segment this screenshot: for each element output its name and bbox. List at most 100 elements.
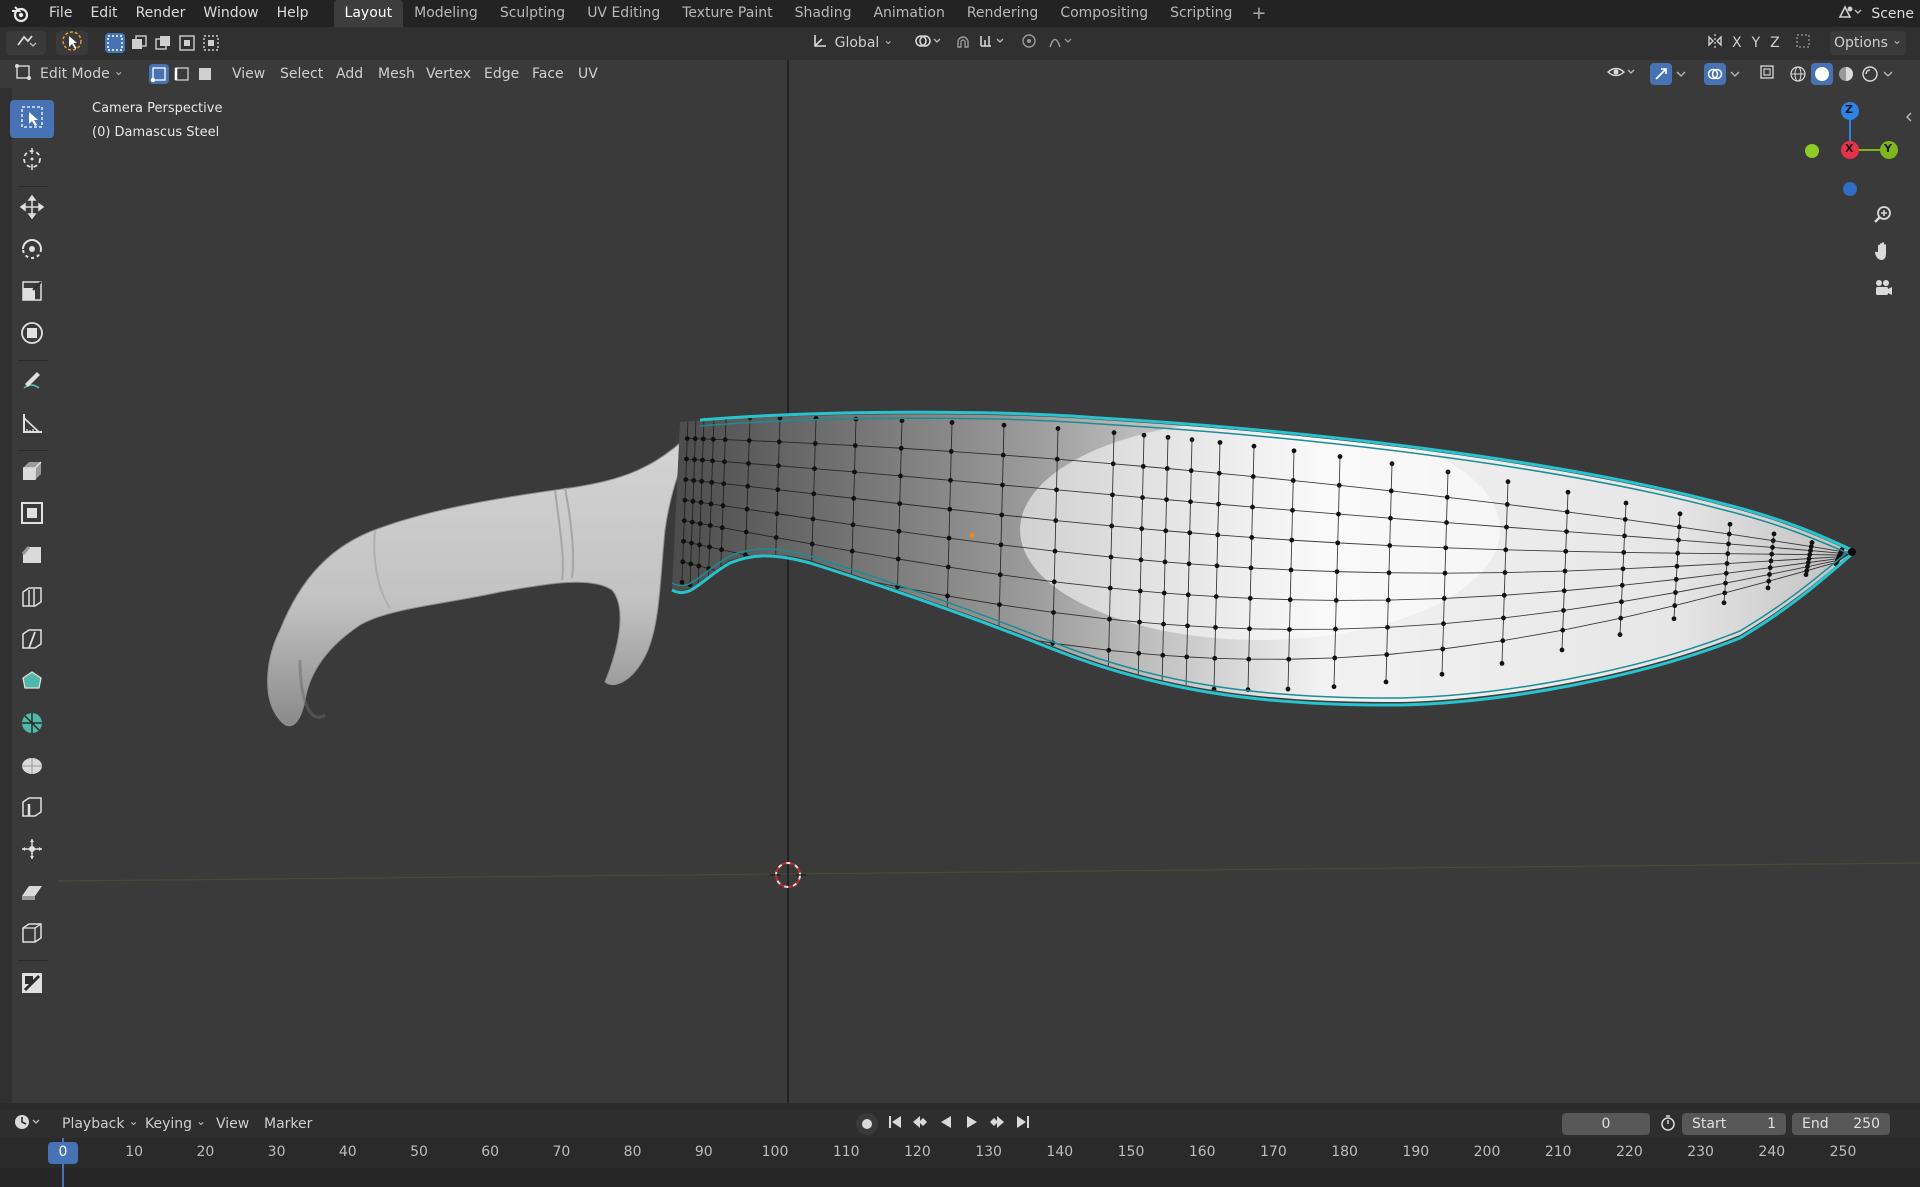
loop-cut-tool[interactable] (10, 580, 54, 618)
snap-controls[interactable] (950, 31, 1010, 55)
wireframe-shading-icon[interactable] (1787, 63, 1809, 85)
use-preview-range-toggle[interactable] (1656, 1113, 1680, 1137)
menu-render[interactable]: Render (127, 0, 195, 27)
chevron-down-icon[interactable] (1883, 66, 1893, 82)
annotate-tool[interactable] (10, 364, 54, 402)
navigation-gizmo[interactable]: Z X Y (1790, 95, 1900, 205)
add-cube-tool[interactable] (10, 966, 54, 1004)
scene-selector[interactable]: Scene (1837, 0, 1920, 27)
add-workspace-button[interactable]: + (1243, 0, 1274, 27)
menu-mesh[interactable]: Mesh (372, 62, 421, 86)
vertex-select-icon[interactable] (149, 64, 169, 84)
solid-shading-icon[interactable] (1811, 63, 1833, 85)
menu-file[interactable]: File (40, 0, 81, 27)
tab-uv-editing[interactable]: UV Editing (576, 0, 671, 27)
edge-select-icon[interactable] (172, 64, 192, 84)
overlays-toggle[interactable] (1700, 62, 1744, 86)
menu-edge[interactable]: Edge (478, 62, 525, 86)
inset-tool[interactable] (10, 496, 54, 534)
tab-shading[interactable]: Shading (784, 0, 863, 27)
xray-toggle[interactable] (1754, 62, 1780, 86)
edge-slide-tool[interactable] (10, 790, 54, 828)
select-extend-icon[interactable] (129, 33, 149, 53)
menu-select[interactable]: Select (274, 62, 329, 86)
tab-rendering[interactable]: Rendering (956, 0, 1050, 27)
3d-viewport[interactable]: Camera Perspective (0) Damascus Steel (0, 60, 1920, 1103)
menu-edit[interactable]: Edit (81, 0, 126, 27)
end-frame-field[interactable]: End 250 (1792, 1113, 1890, 1135)
mirror-y-toggle[interactable]: Y (1752, 35, 1761, 51)
menu-uv[interactable]: UV (572, 62, 604, 86)
start-frame-field[interactable]: Start 1 (1682, 1113, 1786, 1135)
pan-button[interactable] (1866, 236, 1900, 270)
smooth-tool[interactable] (10, 748, 54, 786)
menu-add[interactable]: Add (330, 62, 369, 86)
select-invert-icon[interactable] (177, 33, 197, 53)
tab-modeling[interactable]: Modeling (403, 0, 489, 27)
menu-window[interactable]: Window (194, 0, 267, 27)
prev-keyframe-icon[interactable] (911, 1113, 929, 1135)
timeline-view-menu[interactable]: View (210, 1112, 255, 1136)
current-frame-field[interactable]: 0 (1562, 1113, 1650, 1135)
mirror-x-toggle[interactable]: X (1732, 35, 1742, 51)
blender-logo-icon[interactable] (0, 0, 40, 27)
tab-sculpting[interactable]: Sculpting (489, 0, 576, 27)
rendered-shading-icon[interactable] (1859, 63, 1881, 85)
menu-face[interactable]: Face (526, 62, 570, 86)
play-icon[interactable] (963, 1113, 981, 1135)
jump-start-icon[interactable] (886, 1113, 904, 1135)
next-keyframe-icon[interactable] (988, 1113, 1006, 1135)
timeline-editor-type[interactable] (10, 1112, 46, 1136)
tab-layout[interactable]: Layout (333, 0, 404, 27)
select-intersect-icon[interactable] (201, 33, 221, 53)
extrude-tool[interactable] (10, 454, 54, 492)
rotate-tool[interactable] (10, 232, 54, 270)
record-button[interactable] (856, 1113, 878, 1135)
options-dropdown[interactable]: Options (1830, 31, 1906, 55)
marker-menu[interactable]: Marker (258, 1112, 318, 1136)
gizmo-toggle[interactable] (1646, 62, 1690, 86)
menu-help[interactable]: Help (268, 0, 318, 27)
move-tool[interactable] (10, 190, 54, 228)
select-subtract-icon[interactable] (153, 33, 173, 53)
face-select-icon[interactable] (195, 64, 215, 84)
spin-tool[interactable] (10, 706, 54, 744)
cursor-tool[interactable] (10, 142, 54, 180)
menu-vertex[interactable]: Vertex (420, 62, 477, 86)
knife-tool[interactable] (10, 622, 54, 660)
scale-tool[interactable] (10, 274, 54, 312)
visibility-dropdown[interactable] (1604, 62, 1640, 86)
transform-tool[interactable] (10, 316, 54, 354)
zoom-button[interactable] (1866, 199, 1900, 233)
menu-view[interactable]: View (226, 62, 271, 86)
keying-menu[interactable]: Keying (139, 1112, 212, 1136)
camera-view-button[interactable] (1866, 273, 1900, 307)
measure-tool[interactable] (10, 406, 54, 444)
shrink-fatten-tool[interactable] (10, 832, 54, 870)
play-reverse-icon[interactable] (937, 1113, 955, 1135)
tab-animation[interactable]: Animation (862, 0, 955, 27)
mesh-vertex (1559, 647, 1565, 653)
editor-type-dropdown[interactable] (6, 31, 46, 55)
shear-tool[interactable] (10, 874, 54, 912)
select-new-icon[interactable] (105, 33, 125, 53)
bevel-tool[interactable] (10, 538, 54, 576)
select-box-tool[interactable] (10, 100, 54, 138)
poly-build-tool[interactable] (10, 664, 54, 702)
material-preview-icon[interactable] (1835, 63, 1857, 85)
tweak-tool-button[interactable] (56, 31, 88, 55)
tab-compositing[interactable]: Compositing (1049, 0, 1159, 27)
transform-orientation-dropdown[interactable]: Global (804, 31, 900, 55)
playback-menu[interactable]: Playback (56, 1112, 145, 1136)
tab-scripting[interactable]: Scripting (1159, 0, 1243, 27)
pivot-point-dropdown[interactable] (910, 31, 946, 55)
rip-region-tool[interactable] (10, 916, 54, 954)
sidebar-toggle-icon[interactable] (1902, 110, 1916, 124)
mirror-z-toggle[interactable]: Z (1770, 35, 1780, 51)
tab-texture-paint[interactable]: Texture Paint (671, 0, 783, 27)
proportional-editing-controls[interactable] (1016, 31, 1080, 55)
topology-mirror-icon[interactable] (1794, 32, 1812, 54)
mode-dropdown[interactable]: Edit Mode (14, 62, 142, 86)
timeline-ruler[interactable]: 10 20 30 40 50 60 70 80 90 100 110 120 130 140 150 160 1… (0, 1138, 1920, 1187)
jump-end-icon[interactable] (1014, 1113, 1032, 1135)
